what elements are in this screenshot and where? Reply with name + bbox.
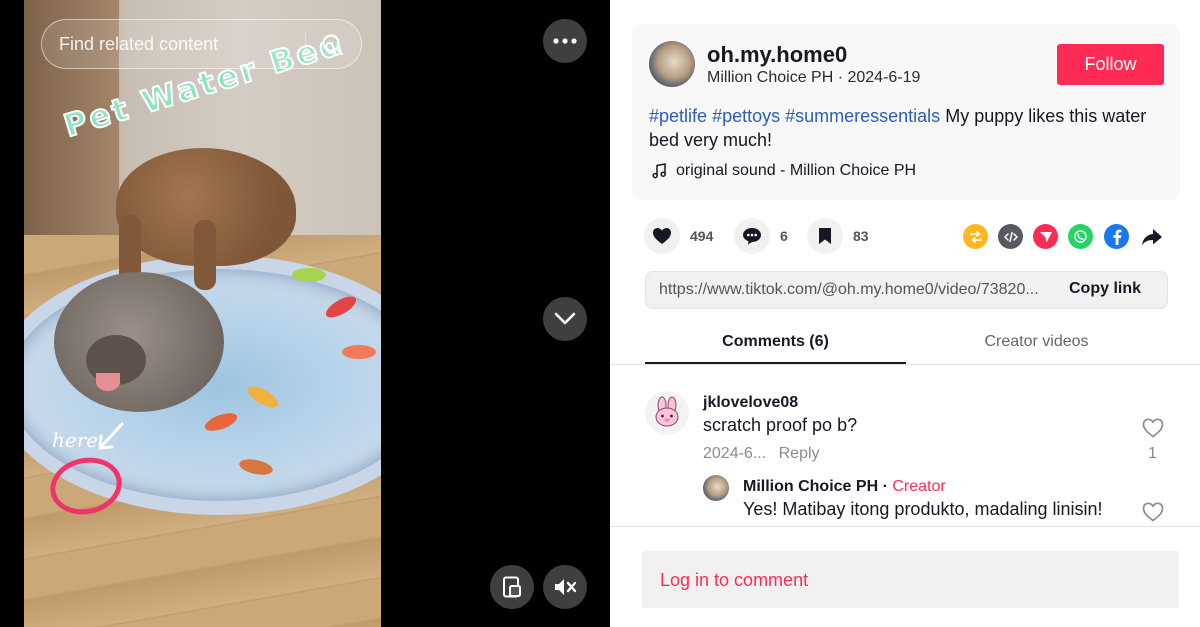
login-footer: Log in to comment	[610, 526, 1200, 627]
action-row: 494 6 83	[644, 218, 1174, 254]
music-note-icon	[652, 163, 666, 179]
commenter-avatar[interactable]	[645, 391, 689, 435]
search-input[interactable]	[59, 33, 299, 55]
comment-count: 6	[780, 228, 788, 244]
like-action[interactable]: 494	[644, 218, 713, 254]
share-link-url[interactable]: https://www.tiktok.com/@oh.my.home0/vide…	[659, 281, 1054, 299]
author-name[interactable]: oh.my.home0	[707, 42, 847, 68]
video-pane: Pet Water Bed here	[0, 0, 610, 627]
facebook-icon[interactable]	[1104, 224, 1129, 249]
brown-poodle-leg	[194, 220, 216, 290]
more-horizontal-icon	[553, 38, 577, 44]
like-count: 494	[690, 228, 714, 244]
share-link-box: https://www.tiktok.com/@oh.my.home0/vide…	[645, 271, 1168, 309]
next-video-button[interactable]	[543, 297, 587, 341]
reply-username[interactable]: Million Choice PH · Creator	[743, 478, 946, 496]
comment-button[interactable]	[734, 218, 770, 254]
search-icon[interactable]	[318, 30, 348, 60]
hashtag-link[interactable]: #summeressentials	[785, 106, 940, 126]
embed-icon[interactable]	[998, 224, 1023, 249]
comment-date: 2024-6...	[703, 445, 767, 462]
creator-badge: Creator	[892, 478, 946, 495]
comment-action[interactable]: 6	[734, 218, 788, 254]
picture-in-picture-button[interactable]	[490, 565, 534, 609]
music-row[interactable]: original sound - Million Choice PH	[651, 162, 916, 180]
comment-like-count: 1	[1148, 445, 1157, 462]
picture-in-picture-icon	[503, 576, 521, 598]
author-subtitle: Million Choice PH · 2024-6-19	[707, 69, 921, 86]
post-info-card: oh.my.home0 Million Choice PH · 2024-6-1…	[632, 24, 1180, 200]
bunny-avatar-icon	[655, 396, 679, 427]
search-divider	[305, 33, 306, 57]
post-caption: #petlife #pettoys #summeressentials My p…	[649, 104, 1159, 152]
reply-author-avatar[interactable]	[703, 475, 729, 501]
hashtag-link[interactable]: #petlife	[649, 106, 707, 126]
grey-poodle-image	[54, 272, 224, 412]
save-button[interactable]	[807, 218, 843, 254]
bookmark-icon	[819, 228, 831, 244]
side-panel: oh.my.home0 Million Choice PH · 2024-6-1…	[610, 0, 1200, 627]
arrow-icon	[98, 422, 124, 450]
repost-icon[interactable]	[963, 224, 988, 249]
more-options-button[interactable]	[543, 19, 587, 63]
toy-fish	[292, 268, 326, 282]
save-action[interactable]: 83	[807, 218, 869, 254]
follow-button[interactable]: Follow	[1057, 44, 1164, 85]
mute-button[interactable]	[543, 565, 587, 609]
hashtag-link[interactable]: #pettoys	[712, 106, 780, 126]
grey-poodle-tongue	[96, 373, 120, 391]
whatsapp-icon[interactable]	[1068, 224, 1093, 249]
tab-creator-videos[interactable]: Creator videos	[906, 333, 1167, 351]
reply-text: Yes! Matibay itong produkto, madaling li…	[743, 499, 1103, 519]
copy-link-button[interactable]: Copy link	[1069, 280, 1141, 298]
send-icon[interactable]	[1033, 224, 1058, 249]
comment-text: scratch proof po b?	[703, 415, 858, 435]
reply-username-text: Million Choice PH	[743, 478, 879, 495]
login-to-comment-button[interactable]: Log in to comment	[642, 551, 1179, 608]
heart-outline-icon[interactable]	[1142, 502, 1164, 522]
comment-tabs: Comments (6) Creator videos	[610, 320, 1200, 365]
reply-separator: ·	[878, 478, 893, 495]
tab-comments[interactable]: Comments (6)	[645, 333, 906, 351]
comment-username[interactable]: jklovelove08	[703, 394, 798, 412]
search-box[interactable]	[41, 19, 362, 69]
login-to-comment-label: Log in to comment	[660, 570, 809, 590]
share-arrow-icon[interactable]	[1139, 224, 1164, 249]
active-tab-indicator	[645, 362, 906, 364]
reply-button[interactable]: Reply	[779, 445, 820, 462]
save-count: 83	[853, 228, 869, 244]
comment-list: jklovelove08 scratch proof po b? 2024-6.…	[610, 366, 1200, 526]
video-player[interactable]: Pet Water Bed here	[24, 0, 381, 627]
like-button[interactable]	[644, 218, 680, 254]
comment-meta: 2024-6... Reply	[703, 445, 820, 463]
comment-icon	[743, 228, 761, 245]
author-avatar[interactable]	[649, 41, 695, 87]
volume-muted-icon	[555, 579, 577, 595]
heart-icon	[653, 228, 671, 244]
chevron-down-icon	[554, 312, 576, 325]
toy-fish	[342, 345, 376, 359]
heart-outline-icon[interactable]	[1142, 418, 1164, 438]
music-title: original sound - Million Choice PH	[676, 162, 917, 179]
